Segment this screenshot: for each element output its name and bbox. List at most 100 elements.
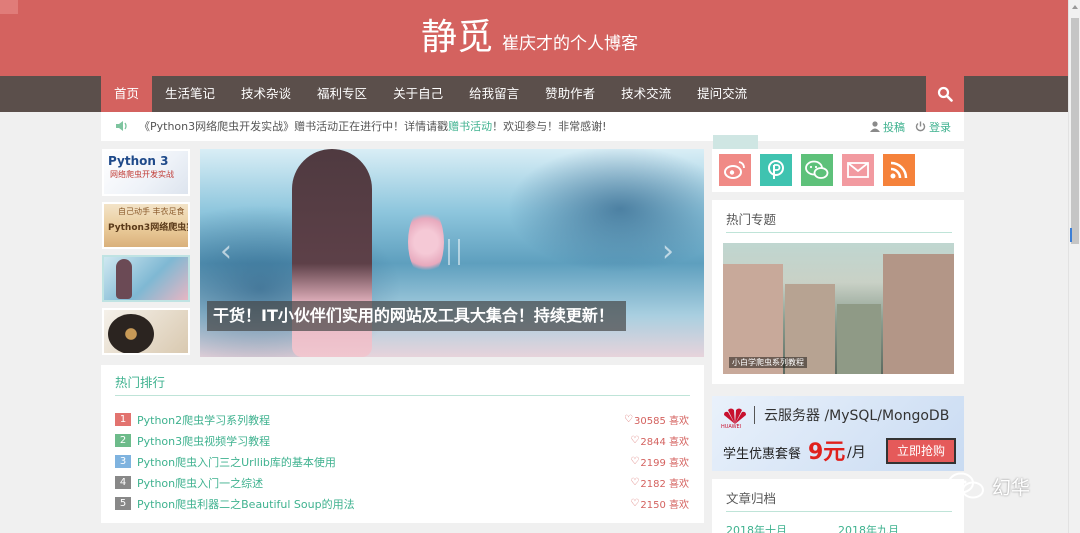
nav-item-tech-misc[interactable]: 技术杂谈	[228, 76, 304, 112]
heart-icon: ♡	[630, 435, 640, 446]
rss-button[interactable]	[883, 154, 915, 186]
mail-button[interactable]	[842, 154, 874, 186]
weibo-button[interactable]	[719, 154, 751, 186]
list-item[interactable]: 2 Python3爬虫视频学习教程 ♡ 2844 喜欢	[115, 430, 689, 451]
mail-icon	[847, 162, 869, 178]
social-panel	[712, 149, 964, 192]
slider-caption[interactable]: 干货！IT小伙伴们实用的网站及工具大集合！持续更新！	[207, 301, 626, 331]
login-label: 登录	[929, 120, 951, 134]
power-icon	[915, 121, 926, 132]
topic-image[interactable]: 小白学爬虫系列教程	[723, 243, 954, 374]
thumb-4-image	[108, 314, 154, 353]
heart-icon: ♡	[624, 414, 633, 425]
slider-thumb-2[interactable]: 自己动手 丰衣足食 Python3网络爬虫实战案例	[102, 202, 190, 249]
panel-divider	[115, 395, 690, 396]
hot-ranking-title: 热门排行	[115, 375, 166, 390]
login-link[interactable]: 登录	[915, 119, 951, 135]
hot-ranking-list: 1 Python2爬虫学习系列教程 ♡ 30585 喜欢 2 Python3爬虫视…	[115, 409, 689, 514]
rank-badge: 4	[115, 476, 131, 489]
notice-text: 《Python3网络爬虫开发实战》赠书活动正在进行中！详情请戳赠书活动！欢迎参与…	[139, 112, 607, 141]
hot-ranking-panel: 热门排行 1 Python2爬虫学习系列教程 ♡ 30585 喜欢 2 Pytho…	[101, 365, 704, 523]
topic-image-building	[883, 254, 954, 374]
page-scrollbar[interactable]	[1068, 0, 1080, 533]
thumb-2-line1: 自己动手 丰衣足食	[118, 207, 185, 216]
slider-next-icon[interactable]: ›	[662, 237, 674, 267]
site-subtitle: 崔庆才的个人博客	[502, 34, 639, 54]
speaker-icon	[116, 121, 127, 131]
search-button[interactable]	[926, 76, 964, 112]
rank-badge: 1	[115, 413, 131, 426]
zhihu-button[interactable]	[760, 154, 792, 186]
site-title[interactable]: 静觅	[421, 16, 493, 60]
article-link[interactable]: Python爬虫入门一之综述	[137, 475, 630, 491]
featured-slider[interactable]: ‹ › 干货！IT小伙伴们实用的网站及工具大集合！持续更新！	[200, 149, 704, 357]
like-count-text: 2844 喜欢	[640, 437, 689, 448]
archive-link[interactable]: 2018年十月	[726, 522, 787, 533]
watermark-text: 幻华	[992, 476, 1031, 499]
slider-prev-icon[interactable]: ‹	[220, 237, 232, 267]
topic-image-building	[837, 304, 881, 374]
ad-price-unit: /月	[847, 445, 866, 461]
notice-text-before: 《Python3网络爬虫开发实战》赠书活动正在进行中！详情请戳	[139, 120, 449, 133]
ad-price: 9元	[808, 440, 846, 465]
nav-item-sponsor[interactable]: 赞助作者	[532, 76, 608, 112]
buy-now-button[interactable]: 立即抢购	[886, 438, 956, 464]
like-count: ♡ 2199 喜欢	[630, 454, 689, 469]
heart-icon: ♡	[630, 477, 640, 488]
ad-headline: 云服务器 /MySQL/MongoDB	[764, 408, 950, 424]
notice-link[interactable]: 赠书活动	[448, 120, 492, 133]
list-item[interactable]: 1 Python2爬虫学习系列教程 ♡ 30585 喜欢	[115, 409, 689, 430]
submit-label: 投稿	[883, 120, 905, 134]
slider-thumb-1[interactable]: Python 3 网络爬虫开发实战	[102, 149, 190, 196]
cloud-ad-banner[interactable]: HUAWEI 云服务器 /MySQL/MongoDB 学生优惠套餐 9元 /月 …	[712, 396, 964, 471]
like-count-text: 2182 喜欢	[640, 479, 689, 490]
slider-thumb-4[interactable]	[102, 308, 190, 355]
article-link[interactable]: Python爬虫入门三之Urllib库的基本使用	[137, 454, 630, 470]
nav-item-home[interactable]: 首页	[101, 76, 153, 112]
list-item[interactable]: 5 Python爬虫利器二之Beautiful Soup的用法 ♡ 2150 喜欢	[115, 493, 689, 514]
ad-brand: HUAWEI	[721, 424, 742, 430]
social-tag	[713, 135, 758, 149]
nav-item-about[interactable]: 关于自己	[380, 76, 456, 112]
archive-title: 文章归档	[726, 491, 777, 506]
nav-item-life-notes[interactable]: 生活笔记	[152, 76, 228, 112]
thumb-1-sub: 网络爬虫开发实战	[110, 170, 174, 179]
user-links: 投稿 登录	[870, 112, 951, 141]
ad-subline: 学生优惠套餐	[723, 447, 802, 462]
article-link[interactable]: Python爬虫利器二之Beautiful Soup的用法	[137, 496, 630, 512]
thumb-2-line2: Python3网络爬虫实战案例	[108, 223, 188, 233]
nav-item-welfare[interactable]: 福利专区	[304, 76, 380, 112]
hot-topics-panel: 热门专题 小白学爬虫系列教程	[712, 200, 964, 384]
article-link[interactable]: Python3爬虫视频学习教程	[137, 433, 630, 449]
slider-pause-icon[interactable]	[448, 239, 460, 265]
scroll-thumb[interactable]	[1071, 18, 1079, 244]
slider-thumb-3[interactable]	[102, 255, 190, 302]
corner-mark	[0, 0, 18, 14]
ad-separator	[754, 406, 755, 424]
nav-item-questions[interactable]: 提问交流	[684, 76, 760, 112]
heart-icon: ♡	[630, 456, 640, 467]
thumb-1-title: Python 3	[108, 154, 169, 168]
list-item[interactable]: 3 Python爬虫入门三之Urllib库的基本使用 ♡ 2199 喜欢	[115, 451, 689, 472]
site-header: 静觅 崔庆才的个人博客	[0, 0, 1080, 76]
panel-divider	[726, 511, 952, 512]
archive-link[interactable]: 2018年九月	[838, 522, 899, 533]
brand[interactable]: 静觅 崔庆才的个人博客	[421, 16, 638, 60]
main-nav: 首页 生活笔记 技术杂谈 福利专区 关于自己 给我留言 赞助作者 技术交流 提问…	[0, 76, 1080, 112]
article-link[interactable]: Python2爬虫学习系列教程	[137, 412, 624, 428]
rank-badge: 3	[115, 455, 131, 468]
like-count: ♡ 2182 喜欢	[630, 475, 689, 490]
wechat-button[interactable]	[801, 154, 833, 186]
scroll-up-icon[interactable]	[1072, 5, 1078, 9]
nav-item-message[interactable]: 给我留言	[456, 76, 532, 112]
like-count: ♡ 2150 喜欢	[630, 496, 689, 511]
wechat-watermark-icon	[948, 472, 984, 499]
huawei-logo-icon	[724, 408, 746, 424]
nav-item-tech-exchange[interactable]: 技术交流	[608, 76, 684, 112]
scroll-marker	[1070, 228, 1072, 242]
notice-text-after: ！欢迎参与！非常感谢!	[492, 120, 607, 133]
rank-badge: 5	[115, 497, 131, 510]
submit-link[interactable]: 投稿	[870, 119, 905, 135]
list-item[interactable]: 4 Python爬虫入门一之综述 ♡ 2182 喜欢	[115, 472, 689, 493]
slider-image-flowers	[408, 207, 444, 277]
